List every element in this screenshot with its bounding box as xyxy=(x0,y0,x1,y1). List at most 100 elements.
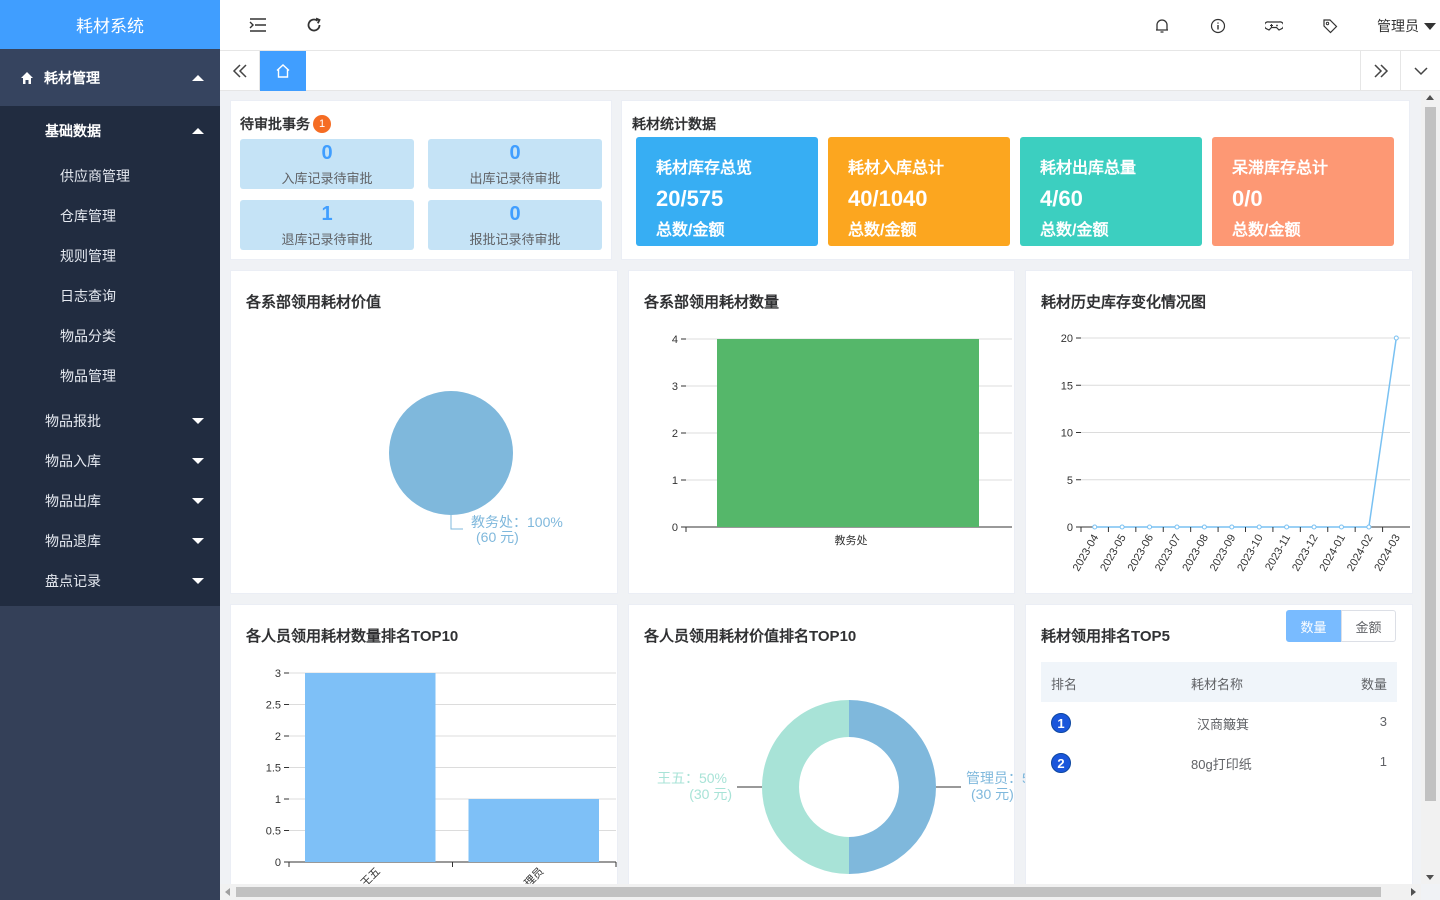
sidebar-item-rules[interactable]: 规则管理 xyxy=(0,236,220,276)
data-point xyxy=(1119,524,1125,530)
rank-badge: 2 xyxy=(1051,753,1071,773)
caret-up-icon xyxy=(192,74,204,81)
stat-inbound-total[interactable]: 耗材入库总计 40/1040 总数/金额 xyxy=(828,137,1010,246)
pending-return[interactable]: 1 退库记录待审批 xyxy=(240,200,414,250)
tab-home[interactable] xyxy=(260,51,306,91)
x-tick-label: 2024-01 xyxy=(1317,533,1348,574)
stat-value: 0/0 xyxy=(1232,186,1263,211)
gamepad-icon[interactable] xyxy=(1264,16,1284,36)
x-tick-label: 2023-09 xyxy=(1208,533,1239,574)
y-tick-label: 1 xyxy=(275,794,281,806)
pending-inbound[interactable]: 0 入库记录待审批 xyxy=(240,139,414,189)
horizontal-scroll-thumb[interactable] xyxy=(236,887,1381,897)
caret-up-icon xyxy=(192,128,204,134)
pending-count: 0 xyxy=(509,203,521,225)
sidebar-group-inbound[interactable]: 物品入库 xyxy=(0,441,220,481)
vertical-scrollbar[interactable] xyxy=(1421,91,1440,884)
vertical-scroll-thumb[interactable] xyxy=(1425,107,1436,801)
sidebar-item-items[interactable]: 物品管理 xyxy=(0,356,220,396)
bar xyxy=(717,339,979,527)
y-tick-label: 0 xyxy=(1067,522,1073,534)
y-tick-label: 0 xyxy=(275,857,281,869)
top-header: 管理员 xyxy=(220,0,1440,50)
x-tick-label: 2024-03 xyxy=(1372,533,1403,574)
stat-outbound-total[interactable]: 耗材出库总量 4/60 总数/金额 xyxy=(1020,137,1202,246)
horizontal-scrollbar[interactable] xyxy=(220,884,1421,900)
pending-title: 待审批事务 1 xyxy=(240,114,331,134)
sidebar-group-approval[interactable]: 物品报批 xyxy=(0,401,220,441)
info-icon[interactable] xyxy=(1208,16,1228,36)
data-point xyxy=(1147,524,1153,530)
x-tick-label: 理员 xyxy=(522,865,547,885)
refresh-icon[interactable] xyxy=(304,15,324,35)
sidebar-item-category[interactable]: 物品分类 xyxy=(0,316,220,356)
stat-stock-overview[interactable]: 耗材库存总览 20/575 总数/金额 xyxy=(636,137,818,246)
home-icon xyxy=(276,64,290,78)
item-name: 80g打印纸 xyxy=(1191,757,1252,772)
toggle-quantity[interactable]: 数量 xyxy=(1286,610,1341,642)
sidebar-item-supplier[interactable]: 供应商管理 xyxy=(0,156,220,196)
y-tick-label: 2 xyxy=(672,428,678,440)
y-tick-label: 5 xyxy=(1067,475,1073,487)
top5-card: 耗材领用排名TOP5 数量 金额 排名 耗材名称 数量 1 汉商簸箕 3 2 8… xyxy=(1025,604,1413,894)
menu-consumables[interactable]: 耗材管理 xyxy=(0,49,220,106)
pie-slice xyxy=(389,391,513,515)
data-point xyxy=(1092,524,1098,530)
stat-value: 40/1040 xyxy=(848,186,928,211)
caret-down-icon xyxy=(192,538,204,544)
pending-badge: 1 xyxy=(313,115,331,133)
toggle-amount[interactable]: 金额 xyxy=(1341,610,1396,642)
submenu-title-basic-data[interactable]: 基础数据 xyxy=(0,106,220,156)
group-label: 物品入库 xyxy=(45,453,101,469)
y-tick-label: 3 xyxy=(672,381,678,393)
tabs-scroll-left-icon[interactable] xyxy=(220,51,260,91)
y-tick-label: 15 xyxy=(1061,380,1073,392)
caret-down-icon xyxy=(192,578,204,584)
user-menu[interactable]: 管理员 xyxy=(1377,16,1436,36)
home-icon xyxy=(21,71,33,84)
stat-title: 耗材库存总览 xyxy=(656,160,753,177)
stat-stagnant-total[interactable]: 呆滞库存总计 0/0 总数/金额 xyxy=(1212,137,1394,246)
person-qty-bar-chart: 0 0.5 1 1.5 2 2.5 3 王五 理员 xyxy=(266,668,617,885)
data-point xyxy=(1338,524,1344,530)
sidebar-item-warehouse[interactable]: 仓库管理 xyxy=(0,196,220,236)
bell-icon[interactable] xyxy=(1152,16,1172,36)
stat-value: 4/60 xyxy=(1040,186,1083,211)
data-point xyxy=(1393,335,1399,341)
data-point xyxy=(1311,524,1317,530)
chart-card-person-value: 各人员领用耗材价值排名TOP10 管理员：50% (30 元) 王五：50% (30 … xyxy=(628,604,1050,894)
person-value-donut-chart: 管理员：50%(30 元)王五：50%(30 元) xyxy=(657,700,1050,874)
pie-label-line xyxy=(450,515,463,530)
tabs-scroll-right-icon[interactable] xyxy=(1360,51,1400,91)
pending-approval[interactable]: 0 报批记录待审批 xyxy=(428,200,602,250)
data-point xyxy=(1366,524,1372,530)
y-tick-label: 20 xyxy=(1061,333,1073,345)
submenu-title-label: 基础数据 xyxy=(45,123,101,139)
menu-fold-icon[interactable] xyxy=(248,15,268,35)
tag-icon[interactable] xyxy=(1320,16,1340,36)
sidebar-item-logs[interactable]: 日志查询 xyxy=(0,276,220,316)
x-tick-label: 2023-08 xyxy=(1180,533,1211,574)
stat-sub: 总数/金额 xyxy=(1040,222,1109,239)
pending-card: 待审批事务 1 0 入库记录待审批 0 出库记录待审批 1 退库记录待审批 0 报批记录… xyxy=(230,100,612,260)
stat-value: 20/575 xyxy=(656,186,724,211)
x-tick-label: 2023-04 xyxy=(1071,533,1102,574)
header-qty: 数量 xyxy=(1360,677,1387,692)
donut-label-amount: (30 元) xyxy=(971,786,1014,802)
group-label: 物品退库 xyxy=(45,533,101,549)
tabs-dropdown-icon[interactable] xyxy=(1400,51,1440,91)
x-tick-label: 2023-12 xyxy=(1290,533,1321,574)
sidebar-group-outbound[interactable]: 物品出库 xyxy=(0,481,220,521)
sidebar-group-inventory[interactable]: 盘点记录 xyxy=(0,561,220,601)
x-tick-label: 2023-05 xyxy=(1098,533,1129,574)
menu-consumables-label: 耗材管理 xyxy=(44,69,100,86)
y-tick-label: 1 xyxy=(672,475,678,487)
pending-label: 报批记录待审批 xyxy=(469,232,561,247)
pending-outbound[interactable]: 0 出库记录待审批 xyxy=(428,139,602,189)
sidebar-group-return[interactable]: 物品退库 xyxy=(0,521,220,561)
stats-card: 耗材统计数据 耗材库存总览 20/575 总数/金额 耗材入库总计 40/1040 总数… xyxy=(621,100,1410,260)
data-point xyxy=(1284,524,1290,530)
stats-title: 耗材统计数据 xyxy=(632,116,716,132)
user-name: 管理员 xyxy=(1377,18,1419,34)
item-qty: 3 xyxy=(1379,714,1387,729)
